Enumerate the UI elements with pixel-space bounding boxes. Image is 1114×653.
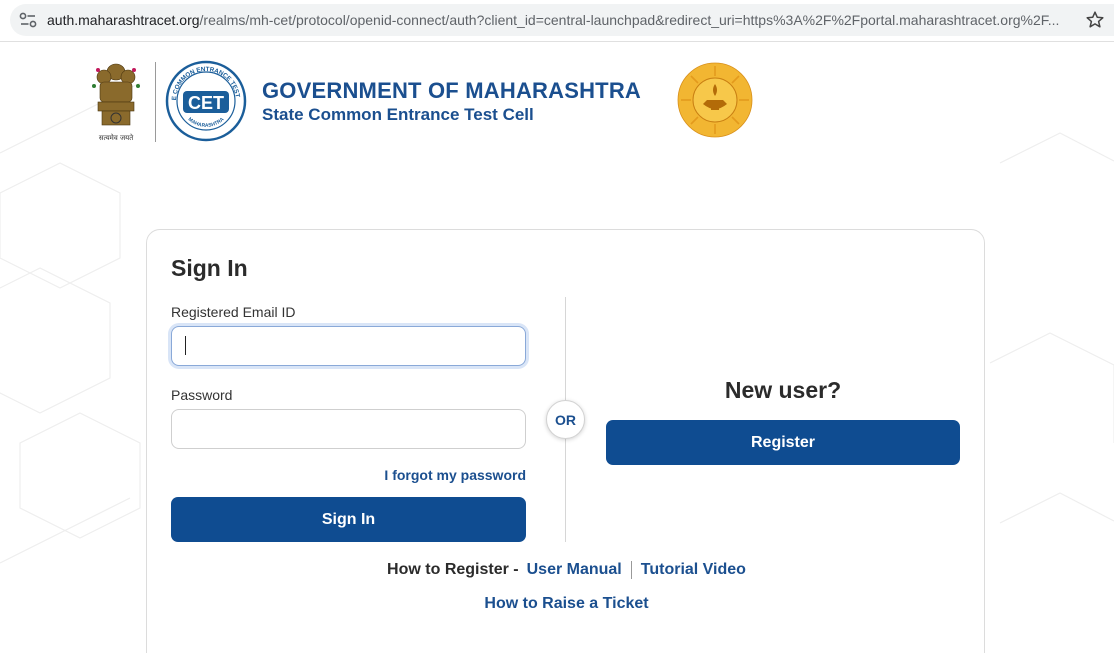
how-to-register-label: How to Register - xyxy=(387,561,519,578)
tutorial-video-link[interactable]: Tutorial Video xyxy=(641,561,746,579)
or-badge: OR xyxy=(546,400,585,439)
link-separator xyxy=(630,561,632,579)
ticket-row: How to Raise a Ticket xyxy=(147,595,986,613)
help-links: How to Register - User Manual Tutorial V… xyxy=(147,561,986,579)
address-bar[interactable]: auth.maharashtracet.org/realms/mh-cet/pr… xyxy=(10,4,1114,36)
signin-button[interactable]: Sign In xyxy=(171,497,526,542)
cet-logo-icon: STATE COMMON ENTRANCE TEST CELL MAHARASH… xyxy=(165,60,247,142)
maharashtra-seal-icon xyxy=(677,62,753,138)
new-user-heading: New user? xyxy=(724,377,842,403)
page-title: GOVERNMENT OF MAHARASHTRA xyxy=(262,78,641,103)
page-subtitle: State Common Entrance Test Cell xyxy=(262,105,534,124)
header-divider xyxy=(155,62,156,142)
national-emblem-icon: सत्यमेव जयते xyxy=(92,63,140,142)
url-host: auth.maharashtracet.org xyxy=(47,12,200,28)
email-field[interactable] xyxy=(171,326,526,366)
cet-logo-text: CET xyxy=(188,93,224,113)
browser-toolbar: auth.maharashtracet.org/realms/mh-cet/pr… xyxy=(0,0,1114,42)
email-label: Registered Email ID xyxy=(171,304,296,320)
url-path: /realms/mh-cet/protocol/openid-connect/a… xyxy=(199,12,1060,28)
text-caret xyxy=(185,336,186,355)
password-field[interactable] xyxy=(171,409,526,449)
site-info-icon[interactable] xyxy=(19,12,37,28)
register-button[interactable]: Register xyxy=(606,420,960,465)
forgot-password-link[interactable]: I forgot my password xyxy=(171,467,526,483)
raise-ticket-link[interactable]: How to Raise a Ticket xyxy=(484,595,648,612)
login-card: Sign In Registered Email ID Password I f… xyxy=(146,229,985,653)
emblem-motto: सत्यमेव जयते xyxy=(99,133,134,142)
url-text[interactable]: auth.maharashtracet.org/realms/mh-cet/pr… xyxy=(47,12,1072,29)
user-manual-link[interactable]: User Manual xyxy=(527,561,622,579)
signin-heading: Sign In xyxy=(171,255,248,281)
star-icon[interactable] xyxy=(1085,10,1105,30)
password-label: Password xyxy=(171,387,233,403)
